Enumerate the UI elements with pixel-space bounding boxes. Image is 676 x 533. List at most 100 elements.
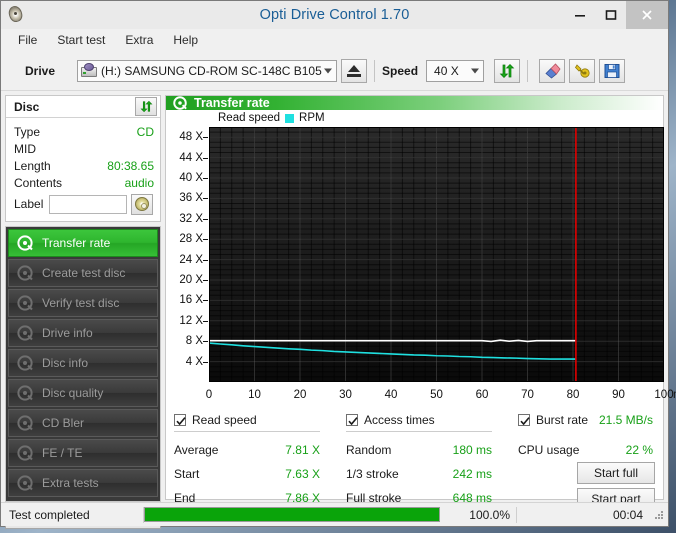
read-speed-label: Read speed bbox=[192, 412, 257, 427]
panel-header: Transfer rate bbox=[166, 96, 663, 110]
divider bbox=[346, 431, 492, 432]
read-speed-stats: Read speed Average 7.81 X Start 7.63 X E… bbox=[174, 410, 346, 514]
y-axis-tick bbox=[203, 137, 208, 138]
menu-item-start-test[interactable]: Start test bbox=[48, 31, 114, 50]
disc-label-row: Label bbox=[14, 193, 154, 215]
progress-percent: 100.0% bbox=[469, 507, 510, 522]
drive-select-value: (H:) SAMSUNG CD-ROM SC-148C B105 bbox=[101, 63, 322, 78]
start-full-button[interactable]: Start full bbox=[577, 462, 655, 484]
chart-plot[interactable] bbox=[209, 127, 664, 382]
tools-button[interactable] bbox=[569, 58, 596, 83]
disc-info-panel: Disc Type CD MID Length 80:38.65 Content… bbox=[5, 95, 161, 222]
stat-key: Average bbox=[174, 443, 219, 457]
drive-label: Drive bbox=[25, 63, 56, 78]
sidebar-item-label: Disc quality bbox=[42, 386, 104, 400]
title-bar: Opti Drive Control 1.70 bbox=[1, 1, 668, 29]
disc-row-key: Length bbox=[14, 158, 51, 173]
access-times-stats: Access times Random 180 ms 1/3 stroke 24… bbox=[346, 410, 518, 514]
test-nav-list: Transfer rate Create test disc Verify te… bbox=[5, 226, 161, 502]
erase-button[interactable] bbox=[539, 58, 566, 83]
chart-x-axis: 0102030405060708090100min bbox=[205, 382, 676, 406]
sidebar-item-create-test-disc[interactable]: Create test disc bbox=[8, 259, 158, 287]
y-axis-tick-label: 24 X bbox=[179, 253, 203, 266]
y-axis-tick-label: 12 X bbox=[179, 314, 203, 327]
access-times-label: Access times bbox=[364, 412, 435, 427]
y-axis-tick-label: 20 X bbox=[179, 274, 203, 286]
x-axis-tick-label: 100 bbox=[654, 389, 674, 401]
chevron-down-icon bbox=[471, 68, 480, 73]
disc-refresh-button[interactable] bbox=[135, 97, 157, 116]
disc-row-type: Type CD bbox=[14, 123, 154, 140]
x-axis-tick-label: 50 bbox=[430, 389, 443, 401]
x-axis-tick-label: 0 bbox=[205, 389, 213, 401]
chart-legend: Read speed RPM bbox=[218, 112, 325, 124]
disc-row-contents: Contents audio bbox=[14, 174, 154, 191]
x-axis-tick-label: 60 bbox=[475, 389, 489, 401]
menu-item-extra[interactable]: Extra bbox=[116, 31, 162, 50]
eraser-icon bbox=[544, 63, 561, 79]
sidebar-item-extra-tests[interactable]: Extra tests bbox=[8, 469, 158, 497]
access-times-checkbox-row[interactable]: Access times bbox=[346, 410, 518, 429]
close-icon[interactable] bbox=[626, 1, 668, 29]
sidebar-item-verify-test-disc[interactable]: Verify test disc bbox=[8, 289, 158, 317]
save-button[interactable] bbox=[599, 58, 626, 83]
menu-item-help[interactable]: Help bbox=[164, 31, 207, 50]
sidebar-item-cd-bler[interactable]: CD Bler bbox=[8, 409, 158, 437]
maximize-icon[interactable] bbox=[595, 1, 626, 29]
disc-panel-header: Disc bbox=[6, 96, 160, 118]
disc-test-icon bbox=[17, 235, 33, 251]
speed-select[interactable]: 40 X bbox=[426, 59, 485, 82]
stat-key: CPU usage bbox=[518, 443, 580, 457]
chart-area: Read speed RPM 4 X 8 X 12 X 16 X 20 X 24 X 28 … bbox=[166, 110, 676, 406]
y-axis-tick-label: 16 X bbox=[179, 294, 203, 307]
sidebar-item-disc-info[interactable]: Disc info bbox=[8, 349, 158, 377]
stat-row-cpu-usage: CPU usage 22 % bbox=[518, 438, 655, 462]
stat-value: 180 ms bbox=[452, 443, 492, 457]
minimize-icon[interactable] bbox=[564, 1, 595, 29]
stat-key: Start bbox=[174, 467, 200, 481]
optical-drive-icon bbox=[81, 63, 98, 78]
read-speed-checkbox-row[interactable]: Read speed bbox=[174, 410, 346, 429]
sidebar-item-fe-te[interactable]: FE / TE bbox=[8, 439, 158, 467]
disc-panel-title: Disc bbox=[14, 99, 40, 114]
disc-info-icon bbox=[17, 355, 33, 371]
y-axis-tick bbox=[203, 198, 208, 199]
menu-bar: File Start test Extra Help bbox=[1, 29, 668, 51]
progress-bar-fill bbox=[145, 508, 439, 521]
chart-plot-wrap[interactable] bbox=[209, 127, 664, 382]
drive-select[interactable]: (H:) SAMSUNG CD-ROM SC-148C B105 bbox=[77, 59, 338, 82]
y-axis-tick bbox=[203, 158, 208, 159]
burst-rate-checkbox[interactable] bbox=[518, 413, 530, 426]
y-axis-tick-label: 28 X bbox=[179, 233, 203, 246]
disc-row-mid: MID bbox=[14, 140, 154, 157]
burst-rate-stats: Burst rate 21.5 MB/s CPU usage 22 % Star… bbox=[518, 410, 655, 514]
disc-burn-icon bbox=[17, 265, 33, 281]
transfer-rate-panel: Transfer rate Read speed RPM 4 X 8 X 12 X 1… bbox=[165, 95, 676, 510]
disc-label-input[interactable] bbox=[49, 194, 128, 214]
x-axis-tick-label: 80 bbox=[566, 389, 580, 401]
read-speed-checkbox[interactable] bbox=[174, 413, 186, 426]
disc-row-key: Contents bbox=[14, 175, 63, 190]
disc-label-read-button[interactable] bbox=[131, 193, 154, 215]
sidebar-item-drive-info[interactable]: Drive info bbox=[8, 319, 158, 347]
window-controls bbox=[564, 1, 668, 29]
disc-row-length: Length 80:38.65 bbox=[14, 157, 154, 174]
legend-swatch-rpm bbox=[285, 113, 295, 123]
stat-value: 7.81 X bbox=[285, 443, 320, 457]
menu-item-file[interactable]: File bbox=[9, 31, 46, 50]
sidebar-item-label: Extra tests bbox=[42, 476, 99, 490]
refresh-button[interactable] bbox=[494, 58, 521, 83]
eject-button[interactable] bbox=[341, 58, 368, 83]
stat-row-third-stroke: 1/3 stroke 242 ms bbox=[346, 462, 518, 486]
application-window: Opti Drive Control 1.70 File Start test … bbox=[0, 0, 676, 529]
x-axis-tick-label: 10 bbox=[248, 389, 261, 401]
disc-verify-icon bbox=[17, 295, 33, 311]
sidebar-item-disc-quality[interactable]: Disc quality bbox=[8, 379, 158, 407]
sidebar-item-label: CD Bler bbox=[42, 416, 85, 430]
toolbar-divider bbox=[374, 59, 376, 82]
access-times-checkbox[interactable] bbox=[346, 413, 358, 426]
sidebar-item-transfer-rate[interactable]: Transfer rate bbox=[8, 229, 158, 257]
resize-grip-icon[interactable] bbox=[653, 509, 665, 521]
burst-rate-checkbox-row[interactable]: Burst rate 21.5 MB/s bbox=[518, 410, 655, 429]
y-axis-tick bbox=[203, 362, 208, 363]
